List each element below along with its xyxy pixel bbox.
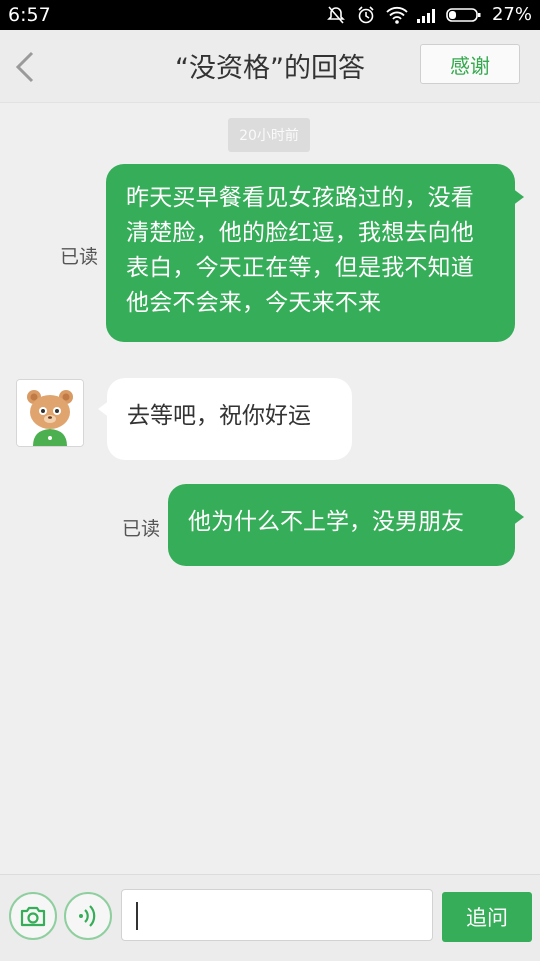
wifi-icon [386,5,408,25]
bottom-input-bar: 追问 [0,874,540,961]
message-timestamp: 20小时前 [228,118,310,152]
status-icons: 27% [326,4,532,26]
question-input[interactable] [121,889,433,941]
voice-icon [79,905,96,927]
answerer-avatar[interactable] [16,379,84,447]
camera-icon [20,906,46,927]
header: “没资格”的回答 感谢 [0,30,540,103]
voice-button[interactable] [64,892,112,940]
follow-up-button[interactable]: 追问 [442,892,532,942]
alarm-mute-icon [326,5,346,25]
status-bar: 6:57 27% [0,0,540,30]
signal-icon [416,5,436,25]
outgoing-message[interactable]: 他为什么不上学，没男朋友 [168,484,524,566]
read-status: 已读 [60,246,99,268]
alarm-clock-icon [356,5,376,25]
outgoing-message[interactable]: 昨天买早餐看见女孩路过的，没看清楚脸，他的脸红逗，我想去向他表白，今天正在等，但… [106,164,524,342]
status-time: 6:57 [8,4,51,26]
bear-avatar-icon [17,380,83,446]
incoming-message[interactable]: 去等吧，祝你好运 [98,378,352,460]
battery-percent: 27% [491,4,532,25]
read-status: 已读 [122,518,161,540]
battery-icon [446,5,482,25]
thanks-button[interactable]: 感谢 [420,44,520,84]
camera-button[interactable] [9,892,57,940]
text-caret [136,902,138,930]
